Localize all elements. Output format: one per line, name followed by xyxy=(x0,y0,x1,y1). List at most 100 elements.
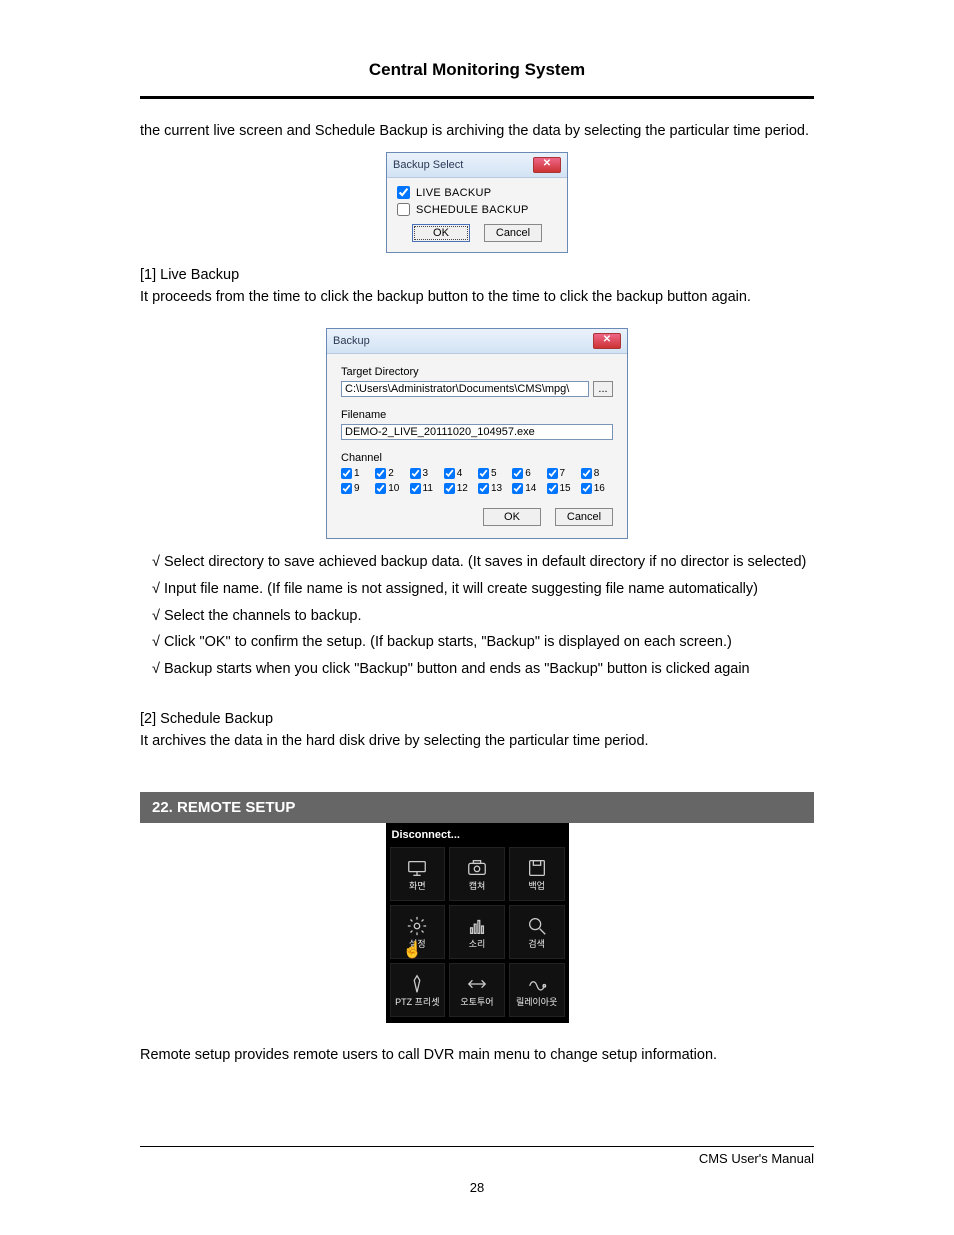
channel-checkbox-10[interactable] xyxy=(375,483,386,494)
remote-relay-out-button[interactable]: 릴레이아웃 xyxy=(509,963,565,1017)
channel-checkbox-14[interactable] xyxy=(512,483,523,494)
dialog-titlebar: Backup Select ✕ xyxy=(387,153,567,178)
channel-checkbox-15[interactable] xyxy=(547,483,558,494)
remote-cell-label: 백업 xyxy=(528,882,545,891)
channel-checkbox-8[interactable] xyxy=(581,468,592,479)
target-dir-input[interactable] xyxy=(341,381,589,397)
live-backup-checkbox[interactable] xyxy=(397,186,410,199)
schedule-backup-checkbox[interactable] xyxy=(397,203,410,216)
remote-capture-button[interactable]: 캡쳐 xyxy=(449,847,505,901)
remote-setup-button[interactable]: 설정☝ xyxy=(390,905,446,959)
ptz-preset-icon xyxy=(406,974,428,994)
channel-7[interactable]: 7 xyxy=(547,468,579,479)
live-backup-option[interactable]: LIVE BACKUP xyxy=(397,186,557,199)
search-icon xyxy=(526,916,548,936)
backup-dialog-title: Backup xyxy=(333,335,370,347)
section1-heading: [1] Live Backup xyxy=(140,267,814,283)
bullet-list: √ Select directory to save achieved back… xyxy=(152,549,814,683)
channel-checkbox-4[interactable] xyxy=(444,468,455,479)
remote-ptz-preset-button[interactable]: PTZ 프리셋 xyxy=(390,963,446,1017)
channel-label: Channel xyxy=(341,452,613,464)
list-item: √ Input file name. (If file name is not … xyxy=(152,576,814,603)
backup-cancel-button[interactable]: Cancel xyxy=(555,508,613,526)
channel-2[interactable]: 2 xyxy=(375,468,407,479)
channel-checkbox-7[interactable] xyxy=(547,468,558,479)
channel-checkbox-5[interactable] xyxy=(478,468,489,479)
remote-cell-label: 캡쳐 xyxy=(469,882,486,891)
channel-13[interactable]: 13 xyxy=(478,483,510,494)
channel-9[interactable]: 9 xyxy=(341,483,373,494)
list-item: √ Select directory to save achieved back… xyxy=(152,549,814,576)
remote-search-button[interactable]: 검색 xyxy=(509,905,565,959)
channel-8[interactable]: 8 xyxy=(581,468,613,479)
auto-tour-icon xyxy=(466,974,488,994)
backup-dialog-titlebar: Backup ✕ xyxy=(327,329,627,354)
remote-cell-label: 소리 xyxy=(469,940,486,949)
channel-10[interactable]: 10 xyxy=(375,483,407,494)
section2-heading: [2] Schedule Backup xyxy=(140,711,814,727)
channel-16[interactable]: 16 xyxy=(581,483,613,494)
live-backup-label: LIVE BACKUP xyxy=(416,187,491,199)
remote-cell-label: PTZ 프리셋 xyxy=(395,998,439,1007)
backup-select-dialog: Backup Select ✕ LIVE BACKUP SCHEDULE BAC… xyxy=(386,152,568,253)
remote-cell-label: 검색 xyxy=(528,940,545,949)
backup-dialog: Backup ✕ Target Directory ... Filename C… xyxy=(326,328,628,539)
intro-text: the current live screen and Schedule Bac… xyxy=(140,117,814,146)
channel-1[interactable]: 1 xyxy=(341,468,373,479)
channel-checkbox-16[interactable] xyxy=(581,483,592,494)
browse-button[interactable]: ... xyxy=(593,381,613,397)
dialog-title: Backup Select xyxy=(393,159,463,171)
schedule-backup-option[interactable]: SCHEDULE BACKUP xyxy=(397,203,557,216)
channel-checkbox-9[interactable] xyxy=(341,483,352,494)
filename-input[interactable] xyxy=(341,424,613,440)
remote-sound-button[interactable]: 소리 xyxy=(449,905,505,959)
screen-icon xyxy=(406,858,428,878)
channel-11[interactable]: 11 xyxy=(410,483,442,494)
capture-icon xyxy=(466,858,488,878)
ok-button[interactable]: OK xyxy=(412,224,470,242)
channel-checkbox-1[interactable] xyxy=(341,468,352,479)
remote-screen-button[interactable]: 화면 xyxy=(390,847,446,901)
relay-out-icon xyxy=(526,974,548,994)
remote-setup-panel: Disconnect... 화면캡쳐백업설정☝소리검색PTZ 프리셋오토투어릴레… xyxy=(386,823,569,1023)
channel-14[interactable]: 14 xyxy=(512,483,544,494)
channel-checkbox-11[interactable] xyxy=(410,483,421,494)
channel-checkbox-13[interactable] xyxy=(478,483,489,494)
channel-4[interactable]: 4 xyxy=(444,468,476,479)
list-item: √ Click "OK" to confirm the setup. (If b… xyxy=(152,629,814,656)
channel-checkbox-12[interactable] xyxy=(444,483,455,494)
channel-12[interactable]: 12 xyxy=(444,483,476,494)
channel-checkbox-6[interactable] xyxy=(512,468,523,479)
close-button[interactable]: ✕ xyxy=(533,157,561,173)
remote-cell-label: 릴레이아웃 xyxy=(516,998,557,1007)
footer-manual: CMS User's Manual xyxy=(140,1151,814,1166)
filename-label: Filename xyxy=(341,409,613,421)
sound-icon xyxy=(466,916,488,936)
footer-rule xyxy=(140,1146,814,1147)
header-rule xyxy=(140,96,814,99)
cursor-icon: ☝ xyxy=(403,940,423,960)
section2-desc: It archives the data in the hard disk dr… xyxy=(140,727,814,756)
remote-auto-tour-button[interactable]: 오토투어 xyxy=(449,963,505,1017)
remote-cell-label: 오토투어 xyxy=(460,998,493,1007)
channel-checkbox-2[interactable] xyxy=(375,468,386,479)
close-button[interactable]: ✕ xyxy=(593,333,621,349)
list-item: √ Select the channels to backup. xyxy=(152,603,814,630)
channel-3[interactable]: 3 xyxy=(410,468,442,479)
list-item: √ Backup starts when you click "Backup" … xyxy=(152,656,814,683)
page-title: Central Monitoring System xyxy=(140,60,814,80)
cancel-button[interactable]: Cancel xyxy=(484,224,542,242)
channel-15[interactable]: 15 xyxy=(547,483,579,494)
setup-icon xyxy=(406,916,428,936)
channel-5[interactable]: 5 xyxy=(478,468,510,479)
schedule-backup-label: SCHEDULE BACKUP xyxy=(416,204,529,216)
section1-desc: It proceeds from the time to click the b… xyxy=(140,283,814,312)
channel-checkbox-3[interactable] xyxy=(410,468,421,479)
page-number: 28 xyxy=(140,1180,814,1195)
remote-cell-label: 화면 xyxy=(409,882,426,891)
remote-setup-section-title: 22. REMOTE SETUP xyxy=(140,792,814,823)
remote-backup-button[interactable]: 백업 xyxy=(509,847,565,901)
backup-ok-button[interactable]: OK xyxy=(483,508,541,526)
channel-6[interactable]: 6 xyxy=(512,468,544,479)
remote-setup-desc: Remote setup provides remote users to ca… xyxy=(140,1041,814,1070)
